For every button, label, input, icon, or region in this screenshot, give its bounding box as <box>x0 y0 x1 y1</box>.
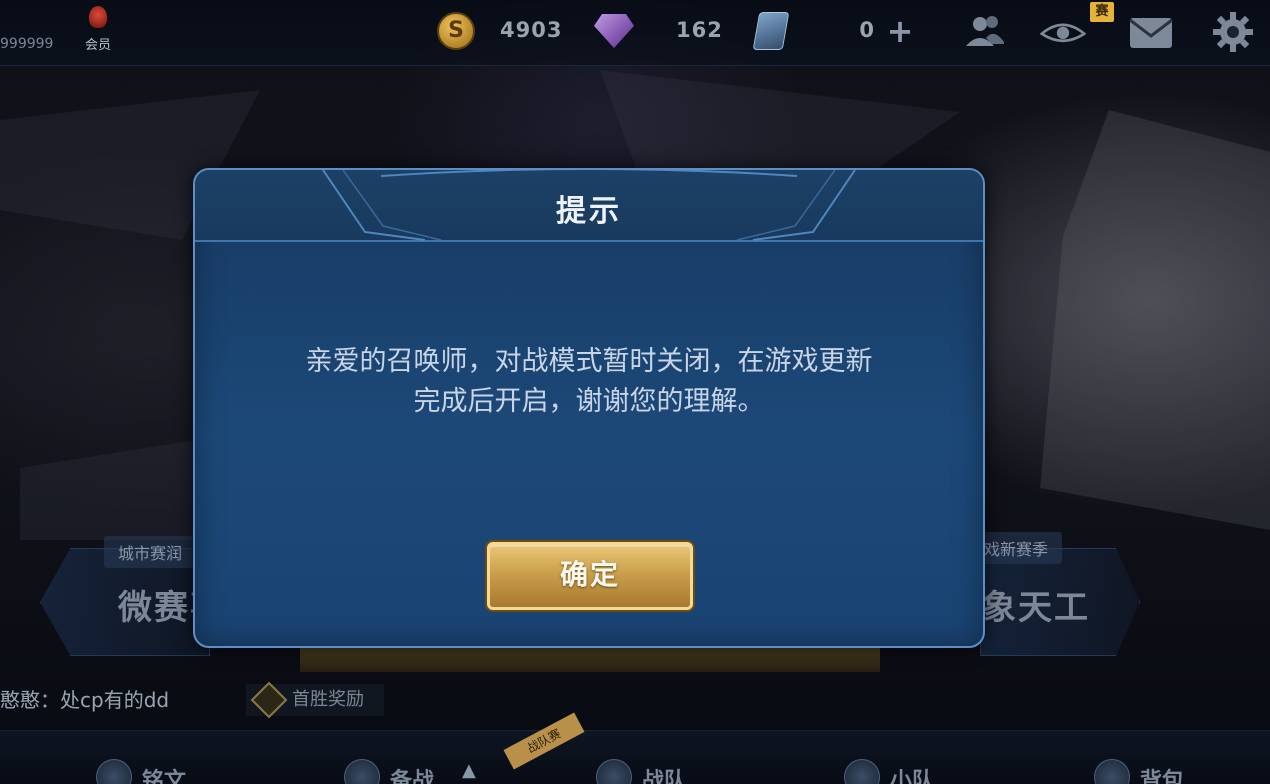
team-icon <box>596 759 632 784</box>
diamond-icon <box>594 14 634 48</box>
mail-icon[interactable] <box>1128 12 1174 52</box>
vip-icon <box>89 6 107 28</box>
voucher-icon <box>752 12 790 50</box>
dialog-message: 亲爱的召唤师，对战模式暂时关闭，在游戏更新 完成后开启，谢谢您的理解。 <box>235 342 943 422</box>
recharge-plus-button[interactable]: + <box>880 14 920 50</box>
nav-label-squad: 小队 <box>890 769 935 784</box>
runes-icon <box>96 759 132 784</box>
spectate-badge: 赛 <box>1090 2 1114 22</box>
vip-button[interactable]: 会员 <box>80 6 116 53</box>
diamond-count: 162 <box>676 18 723 42</box>
chat-message[interactable]: 憨憨：处cp有的dd <box>0 684 169 713</box>
top-bar: 999999 会员 S 4903 162 0 + 赛 <box>0 0 1270 66</box>
gold-coin-icon: S <box>437 12 475 50</box>
user-id: 999999 <box>0 36 54 52</box>
dialog-message-line-1: 亲爱的召唤师，对战模式暂时关闭，在游戏更新 <box>305 346 873 377</box>
dialog-message-line-2: 完成后开启，谢谢您的理解。 <box>413 386 765 417</box>
settings-gear-icon[interactable] <box>1210 12 1256 52</box>
gold-coin-count: 4903 <box>500 18 563 42</box>
bottom-nav: 铭文 备战 战队 小队 背包 <box>0 730 1270 784</box>
nav-label-bag: 背包 <box>1140 769 1185 784</box>
reward-label: 首胜奖励 <box>292 689 364 710</box>
start-game-strip <box>300 648 880 672</box>
nav-label-runes: 铭文 <box>142 769 187 784</box>
mode-right-title: 象天工 <box>982 588 1090 628</box>
friends-icon[interactable] <box>962 12 1008 52</box>
prep-icon <box>344 759 380 784</box>
reward-icon <box>250 681 288 719</box>
mode-left-tag: 城市赛润 <box>104 536 197 568</box>
dialog-title: 提示 <box>556 194 622 229</box>
voucher-count: 0 <box>859 18 874 42</box>
confirm-button[interactable]: 确定 <box>487 542 693 610</box>
vip-label: 会员 <box>84 38 111 53</box>
spectate-eye-icon[interactable] <box>1040 12 1086 52</box>
bag-icon <box>1094 759 1130 784</box>
nav-label-prep: 备战 <box>390 769 435 784</box>
dialog-header: 提示 <box>195 170 983 242</box>
nav-label-team: 战队 <box>642 769 687 784</box>
squad-icon <box>844 759 880 784</box>
chevron-up-icon[interactable]: ▲ <box>462 760 476 781</box>
notice-dialog: 提示 亲爱的召唤师，对战模式暂时关闭，在游戏更新 完成后开启，谢谢您的理解。 确… <box>193 168 985 648</box>
first-win-reward[interactable]: 首胜奖励 <box>246 681 384 719</box>
